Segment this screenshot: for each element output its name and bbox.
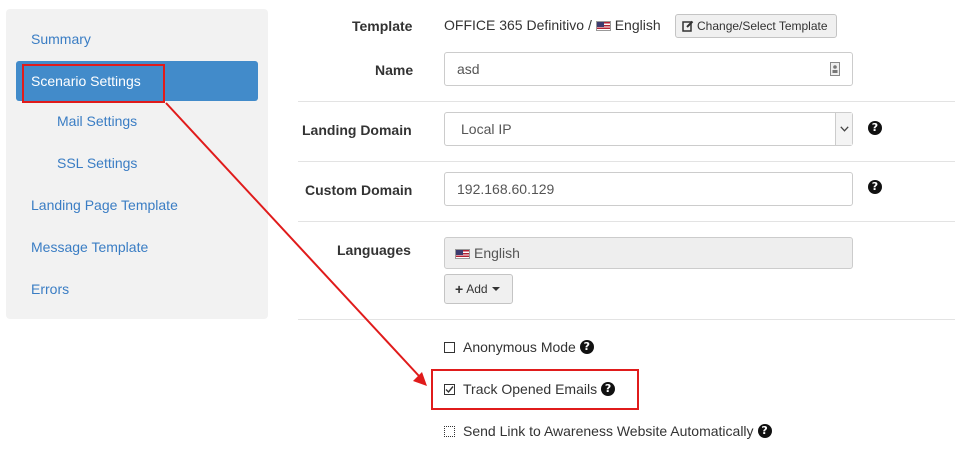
annotation-arrow — [165, 102, 427, 386]
